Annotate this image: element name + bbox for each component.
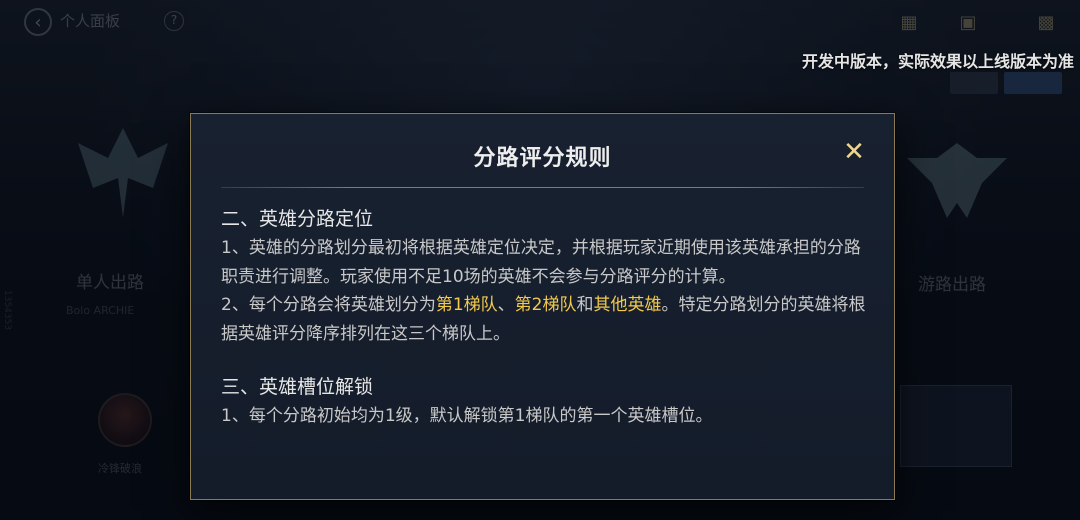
tier1-highlight: 第1梯队 [435, 295, 498, 315]
scroll-fade [191, 439, 894, 499]
rules-modal: 分路评分规则 ✕ 二、英雄分路定位 1、英雄的分路划分最初将根据英雄定位决定，并… [190, 113, 895, 500]
rule-paragraph: 1、每个分路初始均为1级，默认解锁第1梯队的第一个英雄槽位。 [221, 406, 713, 426]
modal-title: 分路评分规则 [473, 146, 612, 171]
close-icon[interactable]: ✕ [840, 138, 868, 166]
section-heading: 二、英雄分路定位 [221, 208, 374, 230]
section-heading: 三、英雄槽位解锁 [221, 376, 374, 398]
rules-content[interactable]: 二、英雄分路定位 1、英雄的分路划分最初将根据英雄定位决定，并根据玩家近期使用该… [221, 204, 866, 431]
separator-text: 、 [497, 295, 515, 315]
tier2-highlight: 第2梯队 [514, 295, 577, 315]
rule-text: 2、每个分路会将英雄划分为 [221, 295, 436, 315]
other-heroes-highlight: 其他英雄 [593, 295, 662, 315]
rule-paragraph-tiers: 2、每个分路会将英雄划分为第1梯队、第2梯队和其他英雄。特定分路划分的英雄将根据… [221, 291, 866, 348]
and-text: 和 [576, 295, 594, 315]
dev-notice: 开发中版本，实际效果以上线版本为准 [801, 52, 1074, 71]
title-divider [221, 187, 864, 188]
rule-paragraph: 1、英雄的分路划分最初将根据英雄定位决定，并根据玩家近期使用该英雄承担的分路职责… [221, 238, 861, 287]
